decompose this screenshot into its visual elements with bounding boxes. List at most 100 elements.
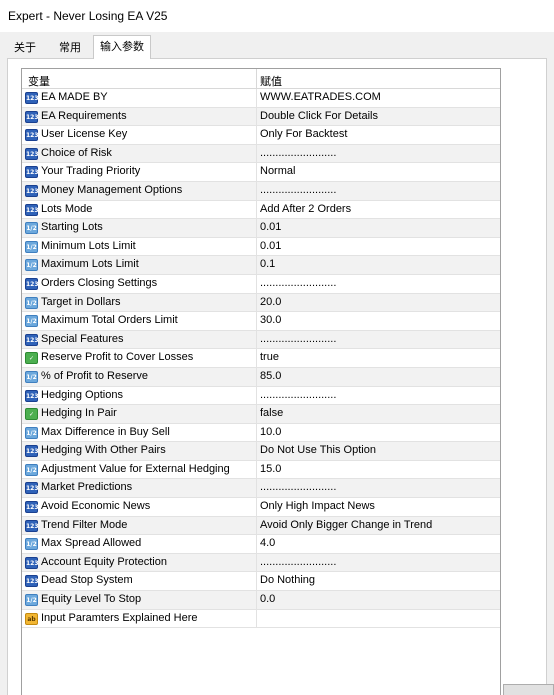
cell-divider xyxy=(256,423,257,442)
parameter-row[interactable]: 1/2 Maximum Lots Limit 0.1 xyxy=(22,256,500,275)
parameter-value[interactable]: 10.0 xyxy=(260,426,281,438)
tab-about[interactable]: 关于 xyxy=(8,38,42,58)
parameter-name: Hedging Options xyxy=(41,388,123,401)
cell-divider xyxy=(256,516,257,535)
parameter-row[interactable]: 123 Trend Filter Mode Avoid Only Bigger Ch… xyxy=(22,516,500,536)
parameter-row[interactable]: 123 Special Features.....................… xyxy=(22,330,500,350)
parameter-row[interactable]: 1/2 Starting Lots 0.01 xyxy=(22,219,500,238)
parameter-row[interactable]: 123 User License Key Only For Backtest xyxy=(22,126,500,145)
parameter-name: Target in Dollars xyxy=(41,295,121,308)
parameter-name: Hedging With Other Pairs xyxy=(41,444,166,457)
parameter-row[interactable]: 123 Account Equity Protection............… xyxy=(22,553,500,573)
parameter-value[interactable]: 0.01 xyxy=(260,221,281,233)
parameter-value[interactable]: 4.0 xyxy=(260,537,275,549)
parameter-row[interactable]: 123 Hedging Options......................… xyxy=(22,386,500,406)
parameter-name: EA MADE BY xyxy=(41,91,108,103)
parameter-row[interactable]: 1/2 Minimum Lots Limit 0.01 xyxy=(22,237,500,257)
parameter-row[interactable]: 1/2 Max Difference in Buy Sell 10.0 xyxy=(22,423,500,443)
parameter-value[interactable]: true xyxy=(260,351,279,363)
column-header-value[interactable]: 赋值 xyxy=(260,73,282,89)
parameter-value[interactable]: 30.0 xyxy=(260,314,281,326)
parameter-value[interactable]: 0.01 xyxy=(260,240,281,252)
parameter-row[interactable]: 123 Market Predictions...................… xyxy=(22,479,500,499)
parameter-value[interactable]: ......................... xyxy=(260,184,336,196)
parameter-row[interactable]: ab Input Paramters Explained Here xyxy=(22,609,500,629)
parameter-row[interactable]: 123 Money Management Options.............… xyxy=(22,181,500,201)
cell-divider xyxy=(256,237,257,256)
parameter-row[interactable]: ✓ Hedging In Pair false xyxy=(22,405,500,424)
double-type-icon: 1/2 xyxy=(25,426,38,439)
parameter-row[interactable]: 1/2 Adjustment Value for External Hedging… xyxy=(22,460,500,480)
parameter-value[interactable]: ......................... xyxy=(260,389,336,401)
parameter-row[interactable]: 1/2 Max Spread Allowed 4.0 xyxy=(22,535,500,554)
int-type-icon: 123 xyxy=(25,110,39,123)
column-divider[interactable] xyxy=(256,69,257,89)
parameter-row[interactable]: 123 Choice of Risk.......................… xyxy=(22,144,500,164)
bool-type-icon: ✓ xyxy=(25,352,38,365)
double-type-icon: 1/2 xyxy=(25,222,38,235)
double-type-icon: 1/2 xyxy=(25,370,38,383)
parameter-value[interactable]: ......................... xyxy=(260,277,336,289)
tab-common[interactable]: 常用 xyxy=(50,38,90,58)
parameter-value[interactable]: ......................... xyxy=(260,481,336,493)
parameter-row[interactable]: 1/2 Target in Dollars 20.0 xyxy=(22,293,500,313)
parameter-value[interactable]: ......................... xyxy=(260,147,336,159)
cell-divider xyxy=(256,553,257,572)
cell-divider xyxy=(256,535,257,554)
parameter-value[interactable]: ......................... xyxy=(260,556,336,568)
int-type-icon: 123 xyxy=(25,147,39,160)
parameter-row[interactable]: 123 Hedging With Other Pairs Do Not Use Th… xyxy=(22,442,500,461)
parameter-name: User License Key xyxy=(41,128,128,141)
parameter-value[interactable]: Avoid Only Bigger Change in Trend xyxy=(260,519,432,531)
parameter-value[interactable]: 85.0 xyxy=(260,370,281,382)
parameter-value[interactable]: false xyxy=(260,407,283,419)
int-type-icon: 123 xyxy=(25,556,39,569)
int-type-icon: 123 xyxy=(25,482,39,495)
parameter-row[interactable]: 123 EA Requirements Double Click For Detai… xyxy=(22,107,500,127)
parameter-value[interactable]: Add After 2 Orders xyxy=(260,203,351,215)
int-type-icon: 123 xyxy=(25,129,39,142)
parameter-value[interactable]: 20.0 xyxy=(260,296,281,308)
int-type-icon: 123 xyxy=(25,389,39,402)
cell-divider xyxy=(256,293,257,312)
parameter-value[interactable]: Only For Backtest xyxy=(260,128,347,140)
tab-input-parameters[interactable]: 输入参数 xyxy=(93,35,151,59)
parameter-value[interactable]: ......................... xyxy=(260,333,336,345)
parameter-row[interactable]: ✓ Reserve Profit to Cover Losses true xyxy=(22,349,500,368)
parameter-value[interactable]: WWW.EATRADES.COM xyxy=(260,91,381,103)
parameter-name: Lots Mode xyxy=(41,202,93,215)
parameter-name: Account Equity Protection xyxy=(41,555,167,568)
parameter-value[interactable]: Do Nothing xyxy=(260,574,315,586)
parameter-row[interactable]: 123 Avoid Economic News Only High Impact N… xyxy=(22,498,500,517)
int-type-icon: 123 xyxy=(25,166,39,179)
parameter-name: Minimum Lots Limit xyxy=(41,239,136,252)
parameter-row[interactable]: 1/2% of Profit to Reserve 85.0 xyxy=(22,367,500,387)
parameter-row[interactable]: 123 Your Trading Priority Normal xyxy=(22,163,500,182)
cell-divider xyxy=(256,442,257,461)
parameter-row[interactable]: 123 EA MADE BY WWW.EATRADES.COM xyxy=(22,89,500,108)
int-type-icon: 123 xyxy=(25,92,39,104)
parameter-value[interactable]: Normal xyxy=(260,165,295,177)
double-type-icon: 1/2 xyxy=(25,538,38,551)
string-type-icon: ab xyxy=(25,612,38,625)
parameter-value[interactable]: 0.0 xyxy=(260,593,275,605)
parameter-row[interactable]: 123 Orders Closing Settings..............… xyxy=(22,274,500,294)
parameter-value[interactable]: Do Not Use This Option xyxy=(260,444,376,456)
parameter-row[interactable]: 123 Lots Mode Add After 2 Orders xyxy=(22,200,500,220)
parameter-value[interactable]: Only High Impact News xyxy=(260,500,375,512)
column-header-variable[interactable]: 变量 xyxy=(28,73,50,89)
ok-button[interactable] xyxy=(503,684,554,695)
parameter-value[interactable]: Double Click For Details xyxy=(260,110,378,122)
parameter-value[interactable]: 15.0 xyxy=(260,463,281,475)
cell-divider xyxy=(256,89,257,107)
parameter-row[interactable]: 123 Dead Stop System Do Nothing xyxy=(22,572,500,592)
parameter-name: Max Difference in Buy Sell xyxy=(41,425,170,438)
int-type-icon: 123 xyxy=(25,445,39,458)
cell-divider xyxy=(256,312,257,331)
parameter-row[interactable]: 1/2 Maximum Total Orders Limit 30.0 xyxy=(22,312,500,331)
parameter-row[interactable]: 1/2 Equity Level To Stop 0.0 xyxy=(22,591,500,610)
parameter-name: Hedging In Pair xyxy=(41,407,117,420)
parameter-name: Max Spread Allowed xyxy=(41,537,142,550)
parameter-value[interactable]: 0.1 xyxy=(260,258,275,270)
double-type-icon: 1/2 xyxy=(25,259,38,272)
